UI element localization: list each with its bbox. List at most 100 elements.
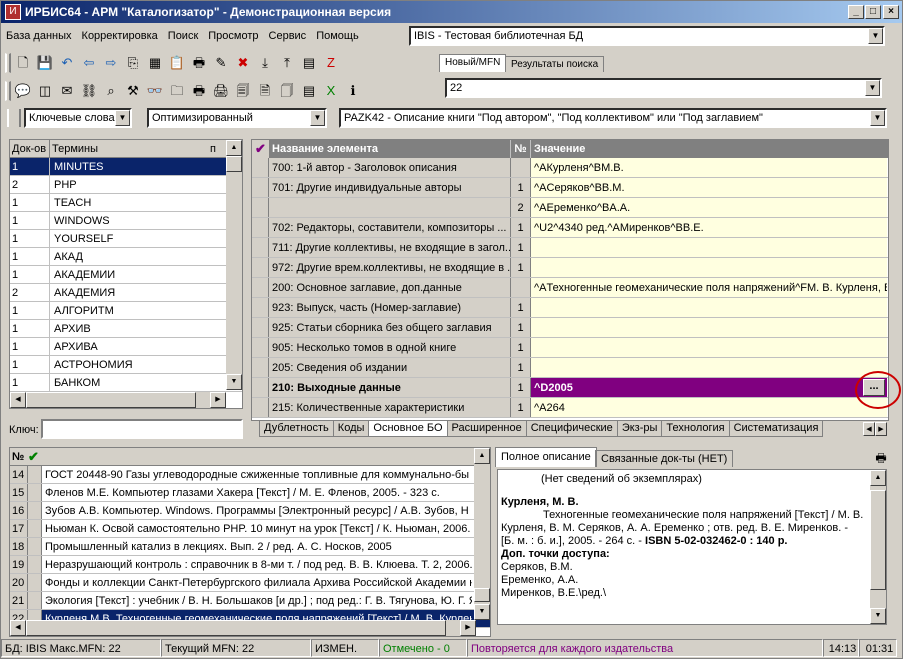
export-icon[interactable]: ⤒ — [277, 53, 297, 73]
editor-tab[interactable]: Дублетность — [259, 421, 334, 437]
scroll-down-icon[interactable]: ▼ — [226, 374, 242, 390]
term-row[interactable]: 1 АСТРОНОМИЯ — [10, 356, 242, 374]
print2-icon[interactable]: 🖨 — [211, 81, 231, 101]
tab-full-description[interactable]: Полное описание — [495, 447, 597, 467]
result-mark[interactable] — [28, 520, 42, 537]
result-row[interactable]: 16 Зубов А.В. Компьютер. Windows. Програм… — [10, 502, 490, 520]
editor-tab[interactable]: Экз-ры — [616, 421, 663, 437]
element-value[interactable]: ^AЕременко^BА.А. — [531, 198, 887, 217]
mfn-combo[interactable]: 22 ▼ — [445, 78, 882, 98]
term-row[interactable]: 1 WINDOWS — [10, 212, 242, 230]
scroll-up-icon[interactable]: ▲ — [226, 140, 242, 156]
results-scrollbar[interactable]: ▲ ▼ — [474, 448, 490, 620]
back-icon[interactable]: ⇦ — [79, 53, 99, 73]
scroll-right-icon[interactable]: ▶ — [460, 620, 476, 636]
paste-icon[interactable]: 📋 — [167, 53, 187, 73]
maximize-button[interactable]: □ — [865, 5, 881, 19]
chevron-down-icon[interactable]: ▼ — [115, 110, 130, 126]
editor-tab[interactable]: Основное БО — [368, 421, 448, 437]
element-value[interactable] — [531, 298, 887, 317]
element-value[interactable]: ^AТехногенные геомеханические поля напря… — [531, 278, 887, 297]
docs-icon[interactable]: 🗐 — [233, 81, 253, 101]
editor-tab[interactable]: Коды — [332, 421, 370, 437]
database-select[interactable]: IBIS - Тестовая библиотечная БД ▼ — [409, 26, 885, 46]
result-mark[interactable] — [28, 502, 42, 519]
result-row[interactable]: 20 Фонды и коллекции Санкт-Петербургского… — [10, 574, 490, 592]
term-row[interactable]: 1 АРХИВ — [10, 320, 242, 338]
editor-row[interactable]: 210: Выходные данные 1 ^D2005 — [252, 378, 888, 398]
terms-scrollbar[interactable]: ▲ ▼ — [226, 140, 242, 390]
new-doc-icon[interactable]: 🗋 — [13, 53, 33, 73]
mail-icon[interactable]: ✉ — [57, 81, 77, 101]
editor-row[interactable]: 2 ^AЕременко^BА.А. — [252, 198, 888, 218]
doc3-icon[interactable]: 🗍 — [277, 81, 297, 101]
scroll-left-icon[interactable]: ◀ — [10, 392, 26, 408]
results-hscrollbar[interactable]: ◀ ▶ — [10, 620, 476, 636]
element-value[interactable] — [531, 318, 887, 337]
grid-icon[interactable]: ▦ — [145, 53, 165, 73]
menu-item[interactable]: Сервис — [264, 25, 312, 47]
element-value[interactable]: ^D2005 — [531, 378, 887, 397]
scroll-up-icon[interactable]: ▲ — [474, 448, 490, 464]
col-element-name[interactable]: Название элемента — [269, 140, 511, 158]
editor-tab[interactable]: Специфические — [525, 421, 618, 437]
worksheet-select[interactable]: PAZK42 - Описание книги "Под автором", "… — [339, 108, 887, 128]
editor-row[interactable]: 905: Несколько томов в одной книге 1 — [252, 338, 888, 358]
save-icon[interactable]: 💾 — [35, 53, 55, 73]
terms-hscrollbar[interactable]: ◀ ▶ — [10, 392, 226, 408]
tab-scroll-right-icon[interactable]: ▶ — [875, 422, 887, 436]
edit-icon[interactable]: ✎ — [211, 53, 231, 73]
editor-row[interactable]: 923: Выпуск, часть (Номер-заглавие) 1 — [252, 298, 888, 318]
import-icon[interactable]: ⤓ — [255, 53, 275, 73]
hscroll-thumb[interactable] — [26, 620, 446, 636]
col-terms[interactable]: Термины — [50, 140, 210, 158]
term-row[interactable]: 2 PHP — [10, 176, 242, 194]
check-icon[interactable]: ✔ — [28, 448, 44, 466]
result-row[interactable]: 19 Неразрушающий контроль : справочник в … — [10, 556, 490, 574]
result-mark[interactable] — [28, 592, 42, 609]
col-value[interactable]: Значение — [531, 140, 871, 158]
minimize-button[interactable]: _ — [848, 5, 864, 19]
tab-new-mfn[interactable]: Новый/MFN — [439, 54, 507, 72]
editor-row[interactable]: 700: 1-й автор - Заголовок описания ^AКур… — [252, 158, 888, 178]
element-value[interactable] — [531, 258, 887, 277]
result-mark[interactable] — [28, 556, 42, 573]
editor-row[interactable]: 200: Основное заглавие, доп.данные ^AТехн… — [252, 278, 888, 298]
editor-row[interactable]: 215: Количественные характеристики 1 ^A264 — [252, 398, 888, 418]
result-mark[interactable] — [28, 484, 42, 501]
tools-icon[interactable]: ⚒ — [123, 81, 143, 101]
info-icon[interactable]: ℹ — [343, 81, 363, 101]
undo-icon[interactable]: ↶ — [57, 53, 77, 73]
menu-item[interactable]: База данных — [1, 25, 77, 47]
element-value[interactable] — [531, 358, 887, 377]
result-mark[interactable] — [28, 538, 42, 555]
result-row[interactable]: 14 ГОСТ 20448-90 Газы углеводородные сжиж… — [10, 466, 490, 484]
chevron-down-icon[interactable]: ▼ — [870, 110, 885, 126]
glasses-icon[interactable]: 👓 — [145, 81, 165, 101]
chevron-down-icon[interactable]: ▼ — [310, 110, 325, 126]
editor-row[interactable]: 972: Другие врем.коллективы, не входящие… — [252, 258, 888, 278]
check-icon[interactable]: ✔ — [252, 140, 269, 158]
view-icon[interactable]: ◫ — [35, 81, 55, 101]
menu-item[interactable]: Просмотр — [203, 25, 263, 47]
search-mode-select[interactable]: Ключевые слова ▼ — [24, 108, 132, 128]
delete-icon[interactable]: ✖ — [233, 53, 253, 73]
dict-icon[interactable]: ▤ — [299, 53, 319, 73]
term-row[interactable]: 2 АКАДЕМИЯ — [10, 284, 242, 302]
scroll-left-icon[interactable]: ◀ — [10, 620, 26, 636]
element-value[interactable]: ^U2^4340 ред.^AМиренков^BВ.Е. — [531, 218, 887, 237]
scroll-thumb[interactable] — [474, 588, 490, 602]
key-input[interactable] — [41, 419, 243, 439]
chevron-down-icon[interactable]: ▼ — [868, 28, 883, 44]
folders-icon[interactable]: 🗀 — [167, 81, 187, 101]
element-value[interactable]: ^A264 — [531, 398, 887, 417]
tab-scroll-left-icon[interactable]: ◀ — [863, 422, 875, 436]
chevron-down-icon[interactable]: ▼ — [865, 80, 880, 96]
excel-icon[interactable]: X — [321, 81, 341, 101]
menu-item[interactable]: Корректировка — [77, 25, 163, 47]
result-mark[interactable] — [28, 466, 42, 483]
term-row[interactable]: 1 TEACH — [10, 194, 242, 212]
irbis-app-icon[interactable]: И — [5, 4, 21, 20]
element-value[interactable]: ^AСеряков^BВ.М. — [531, 178, 887, 197]
editor-row[interactable]: 205: Сведения об издании 1 — [252, 358, 888, 378]
